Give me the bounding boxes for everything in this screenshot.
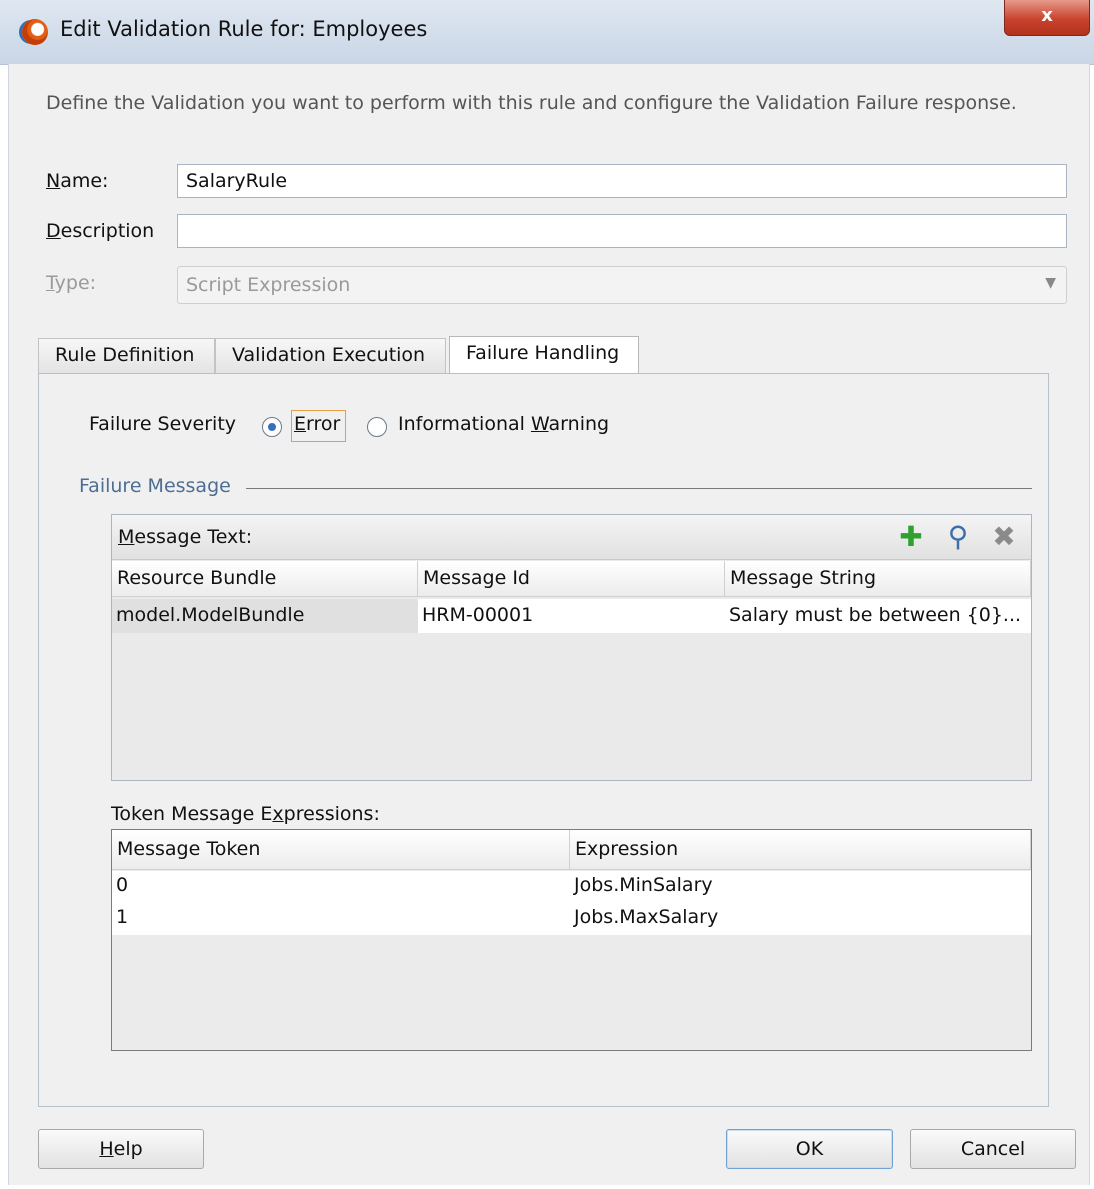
column-header-resource-bundle[interactable]: Resource Bundle: [112, 561, 418, 597]
table-cell[interactable]: 0: [112, 871, 570, 903]
message-text-panel: Message Text: ✚ ⚲ ✖ Resource Bundle Mess…: [111, 514, 1032, 781]
message-text-label: Message Text:: [118, 526, 253, 548]
type-value: Script Expression: [186, 274, 351, 296]
table-cell[interactable]: Jobs.MinSalary: [570, 871, 1031, 903]
failure-severity-label: Failure Severity: [89, 413, 237, 435]
column-header-message-id[interactable]: Message Id: [418, 561, 725, 597]
instructions-text: Define the Validation you want to perfor…: [46, 92, 1017, 114]
table-cell[interactable]: 1: [112, 903, 570, 935]
help-button[interactable]: Help: [38, 1129, 204, 1169]
table-cell[interactable]: Jobs.MaxSalary: [570, 903, 1031, 935]
informational-warning-label[interactable]: Informational Warning: [398, 413, 609, 435]
delete-icon[interactable]: ✖: [988, 521, 1020, 553]
window-title: Edit Validation Rule for: Employees: [60, 17, 428, 41]
tab-validation-execution[interactable]: Validation Execution: [215, 338, 446, 374]
table-cell[interactable]: model.ModelBundle: [112, 599, 418, 633]
app-logo-icon: [22, 19, 48, 45]
search-icon[interactable]: ⚲: [942, 521, 974, 553]
token-expressions-table: Message Token Expression 0 Jobs.MinSalar…: [111, 829, 1032, 1051]
close-button[interactable]: x: [1004, 0, 1090, 36]
chevron-down-icon: ▼: [1045, 275, 1056, 291]
column-header-expression[interactable]: Expression: [570, 830, 1031, 870]
tab-rule-definition[interactable]: Rule Definition: [38, 338, 215, 374]
table-cell[interactable]: Salary must be between {0}...: [725, 599, 1031, 633]
type-label: Type:: [46, 272, 97, 294]
name-label: Name:: [46, 170, 109, 192]
error-radio[interactable]: [262, 417, 282, 437]
description-field[interactable]: [177, 214, 1067, 248]
error-radio-label[interactable]: Error: [294, 413, 340, 435]
token-expressions-label: Token Message Expressions:: [111, 803, 380, 825]
description-label: Description: [46, 220, 155, 242]
informational-warning-radio[interactable]: [367, 417, 387, 437]
message-toolbar: Message Text: ✚ ⚲ ✖: [112, 515, 1031, 560]
ok-button[interactable]: OK: [726, 1129, 893, 1169]
group-divider: [246, 488, 1032, 489]
failure-message-group-title: Failure Message: [79, 475, 231, 497]
add-icon[interactable]: ✚: [895, 521, 927, 553]
cancel-button[interactable]: Cancel: [910, 1129, 1076, 1169]
title-bar: Edit Validation Rule for: Employees x: [0, 0, 1094, 65]
column-header-message-string[interactable]: Message String: [725, 561, 1031, 597]
name-field[interactable]: SalaryRule: [177, 164, 1067, 198]
tab-failure-handling[interactable]: Failure Handling: [449, 336, 639, 376]
column-header-message-token[interactable]: Message Token: [112, 830, 570, 870]
type-dropdown: Script Expression ▼: [177, 266, 1067, 304]
table-cell[interactable]: HRM-00001: [418, 599, 725, 633]
